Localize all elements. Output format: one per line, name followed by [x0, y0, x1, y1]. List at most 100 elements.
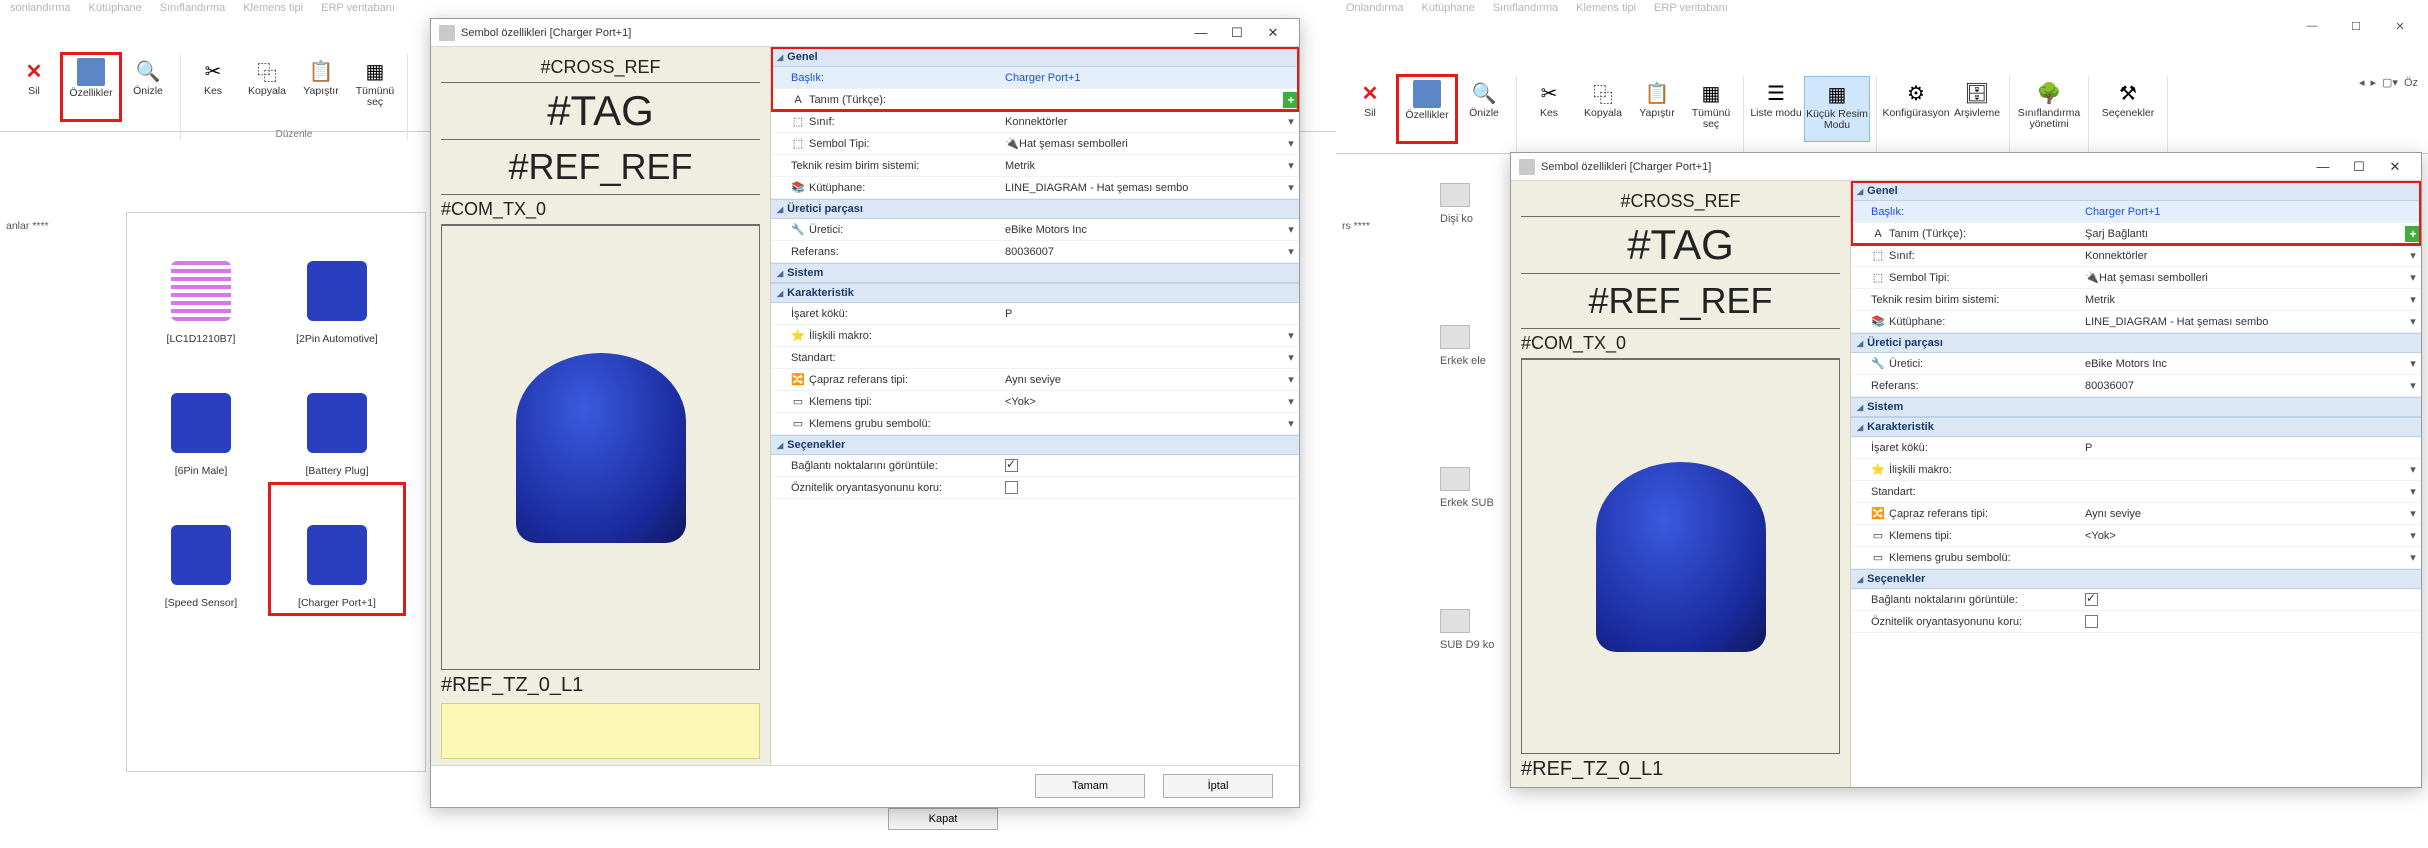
properties-button[interactable]: Özellikler: [62, 54, 120, 120]
cancel-button[interactable]: İptal: [1163, 774, 1273, 798]
property-row[interactable]: ⬚Sembol Tipi:🔌Hat şeması sembolleri▾: [1851, 267, 2421, 289]
dropdown-icon[interactable]: ▾: [1283, 137, 1299, 150]
property-row[interactable]: 🔀Çapraz referans tipi:Aynı seviye▾: [1851, 503, 2421, 525]
property-row[interactable]: 📚Kütüphane:LINE_DIAGRAM - Hat şeması sem…: [1851, 311, 2421, 333]
options-button[interactable]: ⚒Seçenekler: [2095, 76, 2161, 142]
chevron-left-icon[interactable]: ◂: [2359, 76, 2365, 89]
close-button[interactable]: ✕: [2377, 156, 2413, 178]
property-row[interactable]: Referans:80036007▾: [771, 241, 1299, 263]
checkbox[interactable]: [1005, 481, 1018, 494]
minimize-button[interactable]: —: [1183, 22, 1219, 44]
select-all-button[interactable]: ▦Tümünü seç: [349, 54, 401, 120]
group-header[interactable]: Sistem: [771, 263, 1299, 283]
group-header[interactable]: Seçenekler: [1851, 569, 2421, 589]
property-row[interactable]: Bağlantı noktalarını görüntüle:: [1851, 589, 2421, 611]
property-row[interactable]: İşaret kökü:P: [771, 303, 1299, 325]
property-row[interactable]: ⭐İlişkili makro:▾: [771, 325, 1299, 347]
close-button[interactable]: Kapat: [888, 808, 998, 830]
dropdown-icon[interactable]: ▾: [2405, 529, 2421, 542]
dropdown-icon[interactable]: ▾: [1283, 245, 1299, 258]
preview-button[interactable]: 🔍Önizle: [1458, 76, 1510, 142]
checkbox[interactable]: [2085, 615, 2098, 628]
dropdown-icon[interactable]: ▾: [2405, 271, 2421, 284]
property-row[interactable]: Öznitelik oryantasyonunu koru:: [1851, 611, 2421, 633]
dropdown-icon[interactable]: ▾: [2405, 463, 2421, 476]
dropdown-icon[interactable]: ▾: [1283, 373, 1299, 386]
property-row[interactable]: Başlık:Charger Port+1: [1851, 201, 2421, 223]
delete-button[interactable]: ✕ Sil: [8, 54, 60, 120]
configuration-button[interactable]: ⚙Konfigürasyon: [1883, 76, 1949, 142]
copy-button[interactable]: ⿻Kopyala: [241, 54, 293, 120]
library-thumb[interactable]: [LC1D1210B7]: [135, 221, 267, 349]
group-header[interactable]: Sistem: [1851, 397, 2421, 417]
library-thumb[interactable]: [2Pin Automotive]: [271, 221, 403, 349]
property-row[interactable]: Öznitelik oryantasyonunu koru:: [771, 477, 1299, 499]
chevron-right-icon[interactable]: ▸: [2370, 76, 2376, 89]
thumbnail-mode-button[interactable]: ▦Küçük Resim Modu: [1804, 76, 1870, 142]
property-row[interactable]: Teknik resim birim sistemi:Metrik▾: [771, 155, 1299, 177]
list-item[interactable]: Erkek SUB: [1440, 494, 1506, 512]
dropdown-icon[interactable]: ▾: [2405, 551, 2421, 564]
dropdown-icon[interactable]: ▾: [1283, 417, 1299, 430]
group-header[interactable]: Genel: [1851, 181, 2421, 201]
dialog-title-bar[interactable]: Sembol özellikleri [Charger Port+1] — ☐ …: [1511, 153, 2421, 181]
dialog-title-bar[interactable]: Sembol özellikleri [Charger Port+1] — ☐ …: [431, 19, 1299, 47]
property-row[interactable]: ▭Klemens grubu sembolü:▾: [771, 413, 1299, 435]
dropdown-icon[interactable]: ▢▾: [2382, 76, 2398, 89]
dropdown-icon[interactable]: ▾: [1283, 115, 1299, 128]
list-item[interactable]: [1440, 328, 1506, 346]
property-row[interactable]: Referans:80036007▾: [1851, 375, 2421, 397]
group-header[interactable]: Karakteristik: [771, 283, 1299, 303]
cut-button[interactable]: ✂Kes: [1523, 76, 1575, 142]
library-thumb[interactable]: [6Pin Male]: [135, 353, 267, 481]
property-row[interactable]: ▭Klemens tipi:<Yok>▾: [771, 391, 1299, 413]
property-row[interactable]: 🔧Üretici:eBike Motors Inc▾: [771, 219, 1299, 241]
dropdown-icon[interactable]: ▾: [2405, 315, 2421, 328]
property-row[interactable]: ⭐İlişkili makro:▾: [1851, 459, 2421, 481]
list-item[interactable]: [1440, 612, 1506, 630]
property-row[interactable]: 🔀Çapraz referans tipi:Aynı seviye▾: [771, 369, 1299, 391]
dropdown-icon[interactable]: ▾: [1283, 351, 1299, 364]
cut-button[interactable]: ✂Kes: [187, 54, 239, 120]
dropdown-icon[interactable]: ▾: [2405, 293, 2421, 306]
maximize-button[interactable]: ☐: [2341, 156, 2377, 178]
property-row[interactable]: ⬚Sembol Tipi:🔌Hat şeması sembolleri▾: [771, 133, 1299, 155]
close-button[interactable]: ✕: [1255, 22, 1291, 44]
dropdown-icon[interactable]: ▾: [1283, 223, 1299, 236]
preview-button[interactable]: 🔍 Önizle: [122, 54, 174, 120]
property-row[interactable]: 📚Kütüphane:LINE_DIAGRAM - Hat şeması sem…: [771, 177, 1299, 199]
property-row[interactable]: Standart:▾: [771, 347, 1299, 369]
dropdown-icon[interactable]: ▾: [2405, 379, 2421, 392]
property-row[interactable]: ATanım (Türkçe):+: [771, 89, 1299, 111]
list-item[interactable]: [1440, 186, 1506, 204]
maximize-button[interactable]: ☐: [1219, 22, 1255, 44]
dropdown-icon[interactable]: ▾: [1283, 395, 1299, 408]
property-row[interactable]: Standart:▾: [1851, 481, 2421, 503]
ok-button[interactable]: Tamam: [1035, 774, 1145, 798]
copy-button[interactable]: ⿻Kopyala: [1577, 76, 1629, 142]
dropdown-icon[interactable]: ▾: [2405, 485, 2421, 498]
list-item[interactable]: SUB D9 ko: [1440, 636, 1506, 654]
paste-button[interactable]: 📋Yapıştır: [295, 54, 347, 120]
library-thumb[interactable]: [Speed Sensor]: [135, 485, 267, 613]
property-row[interactable]: ⬚Sınıf:Konnektörler▾: [1851, 245, 2421, 267]
delete-button[interactable]: ✕Sil: [1344, 76, 1396, 142]
property-row[interactable]: Bağlantı noktalarını görüntüle:: [771, 455, 1299, 477]
dropdown-icon[interactable]: ▾: [2405, 507, 2421, 520]
list-item[interactable]: Erkek ele: [1440, 352, 1506, 370]
add-button[interactable]: +: [1283, 92, 1299, 108]
list-item[interactable]: [1440, 470, 1506, 488]
group-header[interactable]: Seçenekler: [771, 435, 1299, 455]
property-row[interactable]: 🔧Üretici:eBike Motors Inc▾: [1851, 353, 2421, 375]
properties-button[interactable]: Özellikler: [1398, 76, 1456, 142]
select-all-button[interactable]: ▦Tümünü seç: [1685, 76, 1737, 142]
dropdown-icon[interactable]: ▾: [1283, 159, 1299, 172]
dropdown-icon[interactable]: ▾: [2405, 357, 2421, 370]
group-header[interactable]: Genel: [771, 47, 1299, 67]
property-row[interactable]: ▭Klemens tipi:<Yok>▾: [1851, 525, 2421, 547]
property-row[interactable]: ▭Klemens grubu sembolü:▾: [1851, 547, 2421, 569]
property-row[interactable]: Başlık:Charger Port+1: [771, 67, 1299, 89]
property-row[interactable]: İşaret kökü:P: [1851, 437, 2421, 459]
dropdown-icon[interactable]: ▾: [1283, 181, 1299, 194]
paste-button[interactable]: 📋Yapıştır: [1631, 76, 1683, 142]
